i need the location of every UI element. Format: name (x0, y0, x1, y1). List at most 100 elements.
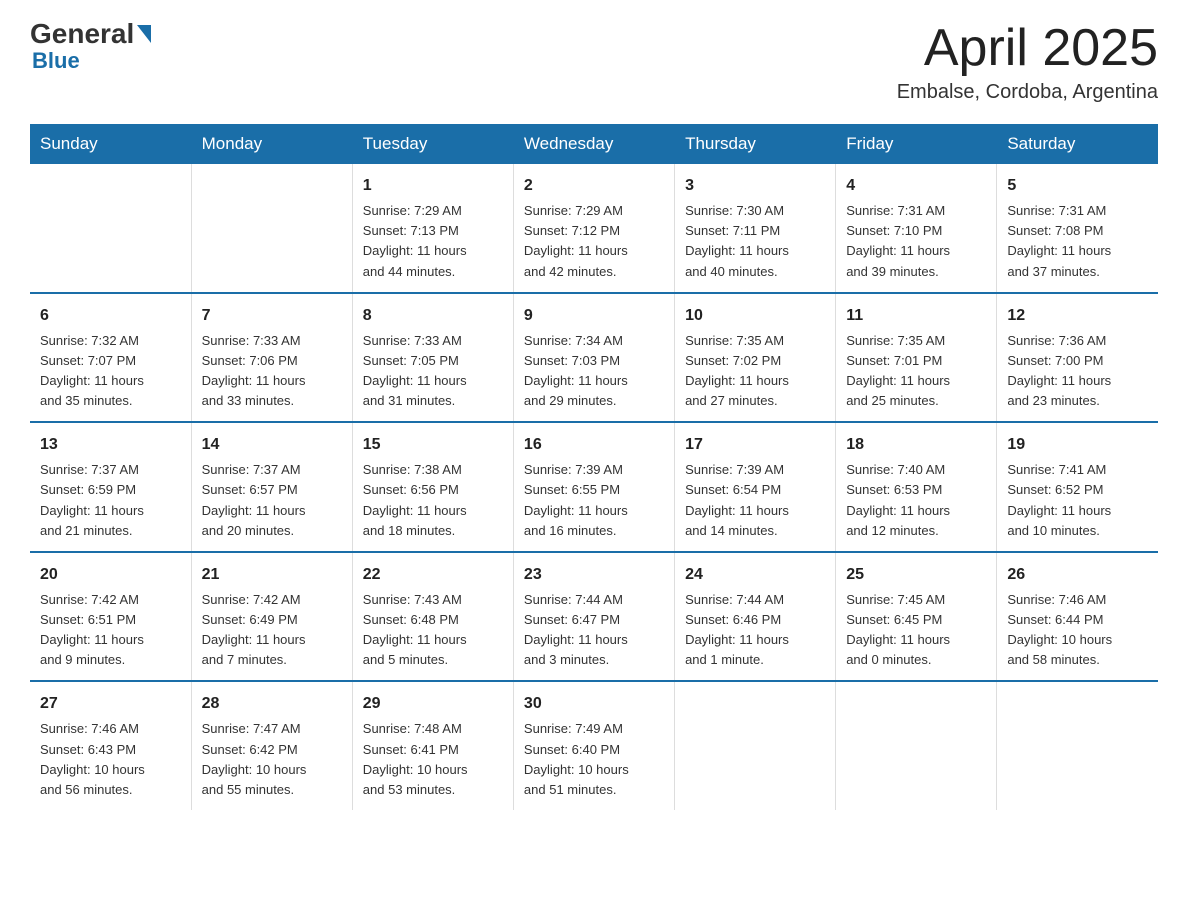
location: Embalse, Cordoba, Argentina (897, 81, 1158, 104)
calendar-cell: 22 Sunrise: 7:43 AMSunset: 6:48 PMDayligh… (352, 552, 513, 682)
calendar-cell: 6 Sunrise: 7:32 AMSunset: 7:07 PMDaylight… (30, 293, 191, 423)
day-info: Sunrise: 7:31 AMSunset: 7:10 PMDaylight:… (846, 201, 986, 282)
day-number: 11 (846, 304, 986, 328)
day-number: 20 (40, 563, 181, 587)
calendar-cell: 12 Sunrise: 7:36 AMSunset: 7:00 PMDayligh… (997, 293, 1158, 423)
col-saturday: Saturday (997, 124, 1158, 164)
day-number: 26 (1007, 563, 1148, 587)
day-number: 30 (524, 692, 664, 716)
calendar-cell: 4 Sunrise: 7:31 AMSunset: 7:10 PMDaylight… (836, 164, 997, 293)
day-info: Sunrise: 7:41 AMSunset: 6:52 PMDaylight:… (1007, 460, 1148, 541)
calendar-cell: 16Sunrise: 7:39 AMSunset: 6:55 PMDayligh… (513, 422, 674, 552)
day-number: 23 (524, 563, 664, 587)
calendar-cell: 23 Sunrise: 7:44 AMSunset: 6:47 PMDayligh… (513, 552, 674, 682)
calendar-week-row: 20 Sunrise: 7:42 AMSunset: 6:51 PMDayligh… (30, 552, 1158, 682)
calendar-cell: 18Sunrise: 7:40 AMSunset: 6:53 PMDayligh… (836, 422, 997, 552)
day-info: Sunrise: 7:33 AMSunset: 7:05 PMDaylight:… (363, 331, 503, 412)
day-number: 13 (40, 433, 181, 457)
day-info: Sunrise: 7:35 AMSunset: 7:01 PMDaylight:… (846, 331, 986, 412)
logo-general-text: General (30, 20, 134, 48)
calendar-cell: 26 Sunrise: 7:46 AMSunset: 6:44 PMDayligh… (997, 552, 1158, 682)
calendar-cell: 27Sunrise: 7:46 AMSunset: 6:43 PMDayligh… (30, 681, 191, 810)
calendar-cell (675, 681, 836, 810)
day-info: Sunrise: 7:42 AMSunset: 6:51 PMDaylight:… (40, 590, 181, 671)
day-info: Sunrise: 7:36 AMSunset: 7:00 PMDaylight:… (1007, 331, 1148, 412)
calendar-cell: 21Sunrise: 7:42 AMSunset: 6:49 PMDayligh… (191, 552, 352, 682)
col-sunday: Sunday (30, 124, 191, 164)
calendar-cell: 24 Sunrise: 7:44 AMSunset: 6:46 PMDayligh… (675, 552, 836, 682)
day-number: 10 (685, 304, 825, 328)
col-tuesday: Tuesday (352, 124, 513, 164)
day-number: 28 (202, 692, 342, 716)
day-number: 9 (524, 304, 664, 328)
day-number: 5 (1007, 174, 1148, 198)
day-info: Sunrise: 7:39 AMSunset: 6:54 PMDaylight:… (685, 460, 825, 541)
calendar-cell (191, 164, 352, 293)
calendar-cell: 17 Sunrise: 7:39 AMSunset: 6:54 PMDayligh… (675, 422, 836, 552)
calendar-cell: 20 Sunrise: 7:42 AMSunset: 6:51 PMDayligh… (30, 552, 191, 682)
calendar-cell: 25Sunrise: 7:45 AMSunset: 6:45 PMDayligh… (836, 552, 997, 682)
col-wednesday: Wednesday (513, 124, 674, 164)
day-number: 1 (363, 174, 503, 198)
logo: General Blue (30, 20, 153, 74)
title-block: April 2025 Embalse, Cordoba, Argentina (897, 20, 1158, 104)
day-info: Sunrise: 7:43 AMSunset: 6:48 PMDaylight:… (363, 590, 503, 671)
day-number: 19 (1007, 433, 1148, 457)
calendar-cell: 19 Sunrise: 7:41 AMSunset: 6:52 PMDayligh… (997, 422, 1158, 552)
day-info: Sunrise: 7:49 AMSunset: 6:40 PMDaylight:… (524, 719, 664, 800)
calendar-week-row: 1 Sunrise: 7:29 AMSunset: 7:13 PMDaylight… (30, 164, 1158, 293)
calendar-header-row: Sunday Monday Tuesday Wednesday Thursday… (30, 124, 1158, 164)
calendar-cell: 8 Sunrise: 7:33 AMSunset: 7:05 PMDaylight… (352, 293, 513, 423)
day-info: Sunrise: 7:38 AMSunset: 6:56 PMDaylight:… (363, 460, 503, 541)
calendar-cell (836, 681, 997, 810)
calendar-cell: 2Sunrise: 7:29 AMSunset: 7:12 PMDaylight… (513, 164, 674, 293)
day-number: 12 (1007, 304, 1148, 328)
day-number: 27 (40, 692, 181, 716)
day-number: 17 (685, 433, 825, 457)
day-number: 3 (685, 174, 825, 198)
logo-blue-text: Blue (32, 48, 80, 73)
day-info: Sunrise: 7:47 AMSunset: 6:42 PMDaylight:… (202, 719, 342, 800)
month-title: April 2025 (897, 20, 1158, 77)
day-number: 15 (363, 433, 503, 457)
calendar-cell: 13Sunrise: 7:37 AMSunset: 6:59 PMDayligh… (30, 422, 191, 552)
day-info: Sunrise: 7:34 AMSunset: 7:03 PMDaylight:… (524, 331, 664, 412)
day-info: Sunrise: 7:42 AMSunset: 6:49 PMDaylight:… (202, 590, 342, 671)
day-info: Sunrise: 7:37 AMSunset: 6:57 PMDaylight:… (202, 460, 342, 541)
day-number: 24 (685, 563, 825, 587)
day-number: 22 (363, 563, 503, 587)
calendar-week-row: 27Sunrise: 7:46 AMSunset: 6:43 PMDayligh… (30, 681, 1158, 810)
col-friday: Friday (836, 124, 997, 164)
day-number: 6 (40, 304, 181, 328)
day-number: 8 (363, 304, 503, 328)
calendar-cell: 3Sunrise: 7:30 AMSunset: 7:11 PMDaylight… (675, 164, 836, 293)
day-number: 25 (846, 563, 986, 587)
day-info: Sunrise: 7:44 AMSunset: 6:46 PMDaylight:… (685, 590, 825, 671)
calendar-cell: 28 Sunrise: 7:47 AMSunset: 6:42 PMDayligh… (191, 681, 352, 810)
logo-arrow-icon (137, 25, 151, 43)
day-info: Sunrise: 7:29 AMSunset: 7:13 PMDaylight:… (363, 201, 503, 282)
calendar-week-row: 6 Sunrise: 7:32 AMSunset: 7:07 PMDaylight… (30, 293, 1158, 423)
day-number: 7 (202, 304, 342, 328)
day-number: 29 (363, 692, 503, 716)
calendar-cell (30, 164, 191, 293)
calendar-cell: 7 Sunrise: 7:33 AMSunset: 7:06 PMDaylight… (191, 293, 352, 423)
calendar-cell: 11 Sunrise: 7:35 AMSunset: 7:01 PMDayligh… (836, 293, 997, 423)
day-info: Sunrise: 7:46 AMSunset: 6:44 PMDaylight:… (1007, 590, 1148, 671)
calendar-cell (997, 681, 1158, 810)
day-info: Sunrise: 7:32 AMSunset: 7:07 PMDaylight:… (40, 331, 181, 412)
day-info: Sunrise: 7:29 AMSunset: 7:12 PMDaylight:… (524, 201, 664, 282)
calendar-cell: 30 Sunrise: 7:49 AMSunset: 6:40 PMDayligh… (513, 681, 674, 810)
page-header: General Blue April 2025 Embalse, Cordoba… (30, 20, 1158, 104)
day-info: Sunrise: 7:33 AMSunset: 7:06 PMDaylight:… (202, 331, 342, 412)
day-info: Sunrise: 7:44 AMSunset: 6:47 PMDaylight:… (524, 590, 664, 671)
day-info: Sunrise: 7:35 AMSunset: 7:02 PMDaylight:… (685, 331, 825, 412)
day-number: 14 (202, 433, 342, 457)
calendar-cell: 15 Sunrise: 7:38 AMSunset: 6:56 PMDayligh… (352, 422, 513, 552)
calendar-cell: 5 Sunrise: 7:31 AMSunset: 7:08 PMDaylight… (997, 164, 1158, 293)
col-thursday: Thursday (675, 124, 836, 164)
day-info: Sunrise: 7:40 AMSunset: 6:53 PMDaylight:… (846, 460, 986, 541)
day-number: 4 (846, 174, 986, 198)
calendar-cell: 9 Sunrise: 7:34 AMSunset: 7:03 PMDaylight… (513, 293, 674, 423)
day-info: Sunrise: 7:31 AMSunset: 7:08 PMDaylight:… (1007, 201, 1148, 282)
